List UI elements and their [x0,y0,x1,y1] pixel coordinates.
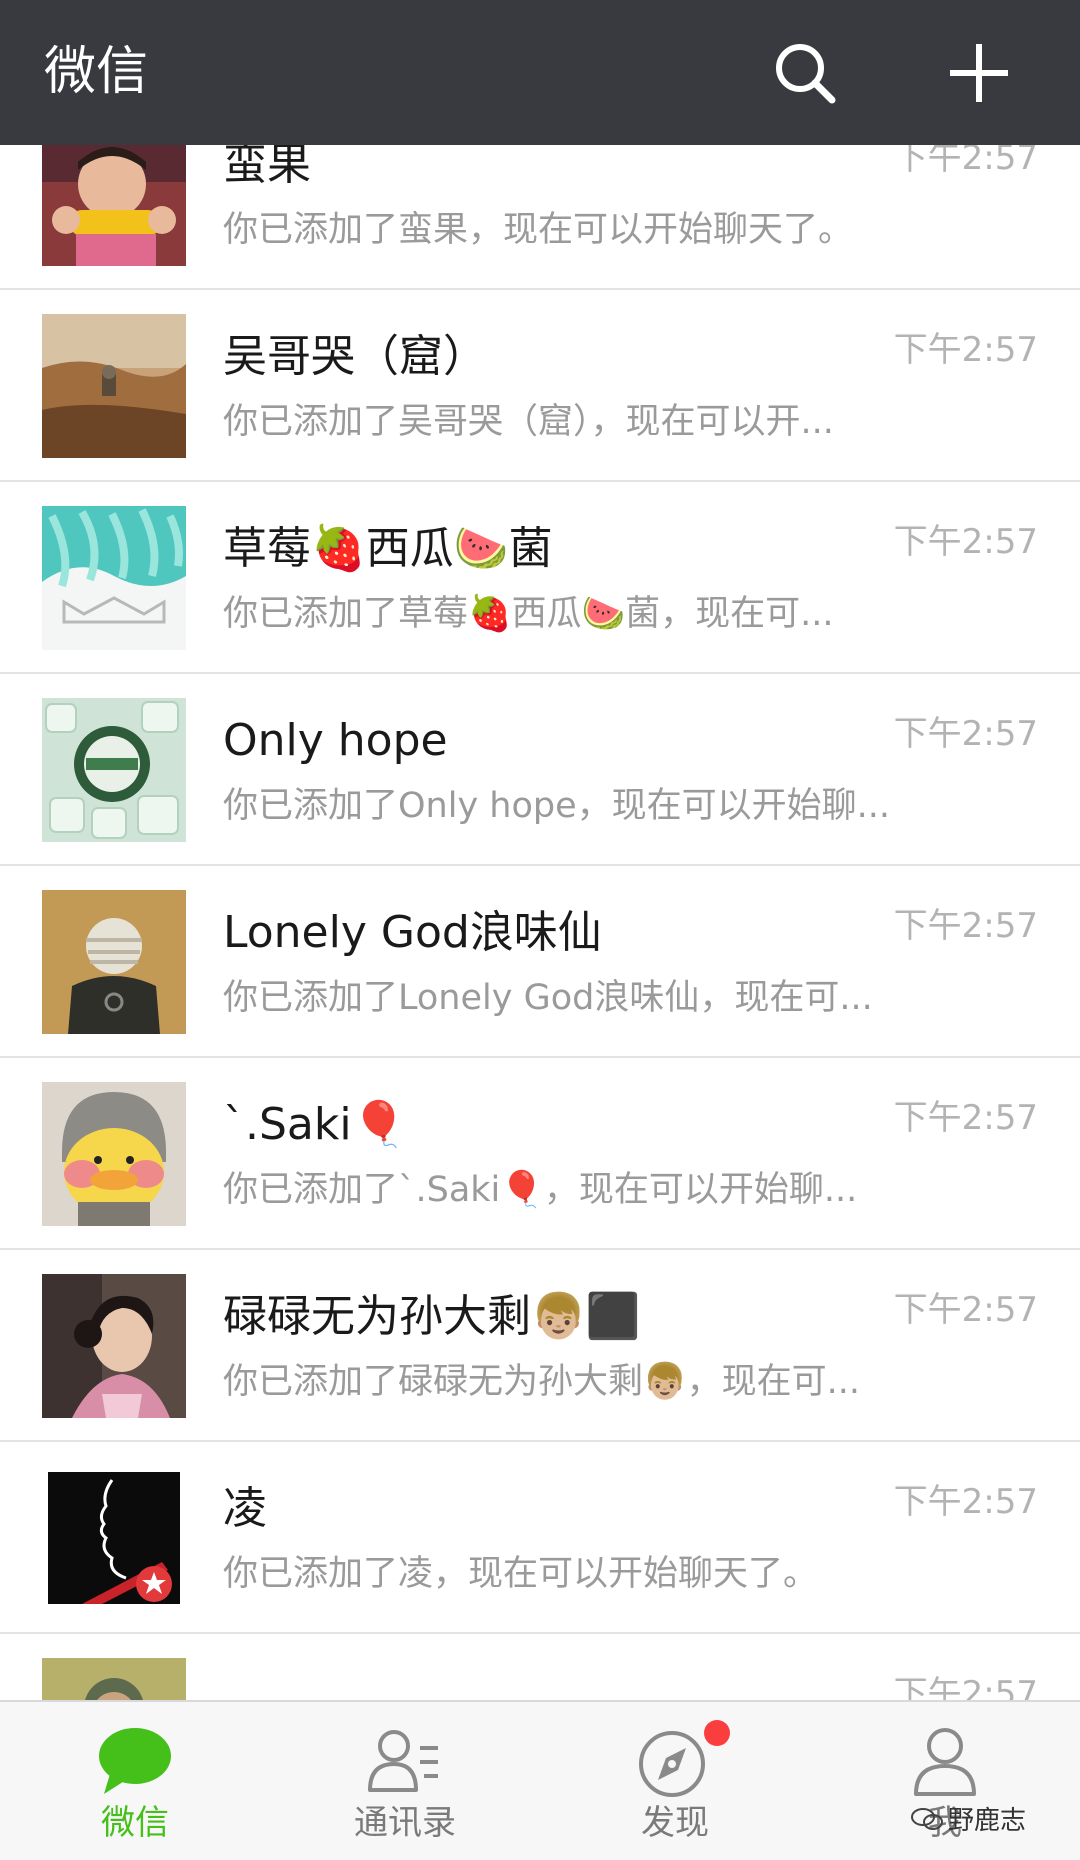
chat-preview: 你已添加了碌碌无为孙大剩👦🏼，现在可... [223,1362,860,1402]
chat-name: Only hope [223,715,448,766]
tab-chats[interactable]: 微信 [0,1702,270,1860]
avatar-teal-brush [42,506,186,650]
chat-time: 下午2:57 [893,1290,1038,1330]
chat-time: 下午2:57 [893,522,1038,562]
chat-list[interactable]: 蛮果 你已添加了蛮果，现在可以开始聊天了。 下午2:57 吴哥哭（窟） 你已添加… [0,145,1080,1700]
chat-row[interactable]: Only hope 你已添加了Only hope，现在可以开始聊... 下午2:… [0,674,1080,866]
avatar-desert [42,314,186,458]
tab-label: 通讯录 [354,1803,456,1843]
wechat-logo-icon [911,1807,943,1830]
chat-name: `.Saki🎈 [223,1099,407,1150]
compass-icon [636,1724,714,1800]
wechat-app: 微信 蛮果 你已添加了蛮果，现在可以开始聊天了。 下午2:57 吴哥哭（窟） 你… [0,0,1080,1860]
avatar-partial [42,1658,186,1700]
tab-label: 发现 [641,1803,709,1843]
top-bar: 微信 [0,0,1080,145]
chat-time: 下午2:57 [893,906,1038,946]
chat-time: 下午2:57 [893,1482,1038,1522]
tab-label: 微信 [101,1803,169,1843]
chat-name: 蛮果 [223,145,311,190]
avatar-girl-costume [42,1274,186,1418]
chat-row[interactable]: 草莓🍓西瓜🍉菌 你已添加了草莓🍓西瓜🍉菌，现在可... 下午2:57 [0,482,1080,674]
chat-row[interactable]: 凌 你已添加了凌，现在可以开始聊天了。 下午2:57 [0,1442,1080,1634]
chat-time: 下午2:57 [893,145,1038,178]
avatar-hooded-figure [42,890,186,1034]
chat-preview: 你已添加了蛮果，现在可以开始聊天了。 [223,210,854,250]
chat-row[interactable]: 吴哥哭（窟） 你已添加了吴哥哭（窟），现在可以开... 下午2:57 [0,290,1080,482]
avatar-child-corn [42,145,186,266]
bottom-tab-bar: 微信 通讯录 发现 我 野鹿志 [0,1700,1080,1860]
search-icon[interactable] [770,38,840,108]
chat-preview: 你已添加了`.Saki🎈，现在可以开始聊... [223,1170,858,1210]
person-icon [906,1724,984,1800]
chat-name: 吴哥哭（窟） [223,331,487,382]
tab-contacts[interactable]: 通讯录 [270,1702,540,1860]
notification-badge-dot [704,1720,730,1746]
chat-row[interactable]: Lonely God浪味仙 你已添加了Lonely God浪味仙，现在可... … [0,866,1080,1058]
chat-name: 草莓🍓西瓜🍉菌 [223,523,553,574]
watermark: 野鹿志 [910,1800,1026,1837]
chat-preview: 你已添加了草莓🍓西瓜🍉菌，现在可... [223,594,834,634]
chat-row[interactable]: 碌碌无为孙大剩👦🏼⬛ 你已添加了碌碌无为孙大剩👦🏼，现在可... 下午2:57 [0,1250,1080,1442]
chat-time: 下午2:57 [893,1098,1038,1138]
chat-row[interactable]: 下午2:57 [0,1634,1080,1700]
app-title: 微信 [44,42,149,102]
chat-preview: 你已添加了吴哥哭（窟），现在可以开... [223,402,834,442]
chat-name: 碌碌无为孙大剩👦🏼⬛ [223,1291,641,1342]
chat-row[interactable]: 蛮果 你已添加了蛮果，现在可以开始聊天了。 下午2:57 [0,145,1080,290]
avatar-black-silhouette [42,1466,186,1610]
chat-preview: 你已添加了Only hope，现在可以开始聊... [223,786,891,826]
avatar-yellow-duck [42,1082,186,1226]
chat-time: 下午2:57 [893,714,1038,754]
chat-name: Lonely God浪味仙 [223,907,602,958]
chat-preview: 你已添加了Lonely God浪味仙，现在可... [223,978,873,1018]
chat-row[interactable]: `.Saki🎈 你已添加了`.Saki🎈，现在可以开始聊... 下午2:57 [0,1058,1080,1250]
chat-preview: 你已添加了凌，现在可以开始聊天了。 [223,1554,819,1594]
chat-name: 凌 [223,1483,267,1534]
watermark-text: 野鹿志 [948,1806,1027,1836]
chat-time: 下午2:57 [893,1674,1038,1700]
contacts-icon [366,1724,444,1800]
plus-icon[interactable] [944,38,1014,108]
avatar-ice-cubes [42,698,186,842]
chat-time: 下午2:57 [893,330,1038,370]
chat-bubble-icon [96,1724,174,1800]
tab-discover[interactable]: 发现 [540,1702,810,1860]
